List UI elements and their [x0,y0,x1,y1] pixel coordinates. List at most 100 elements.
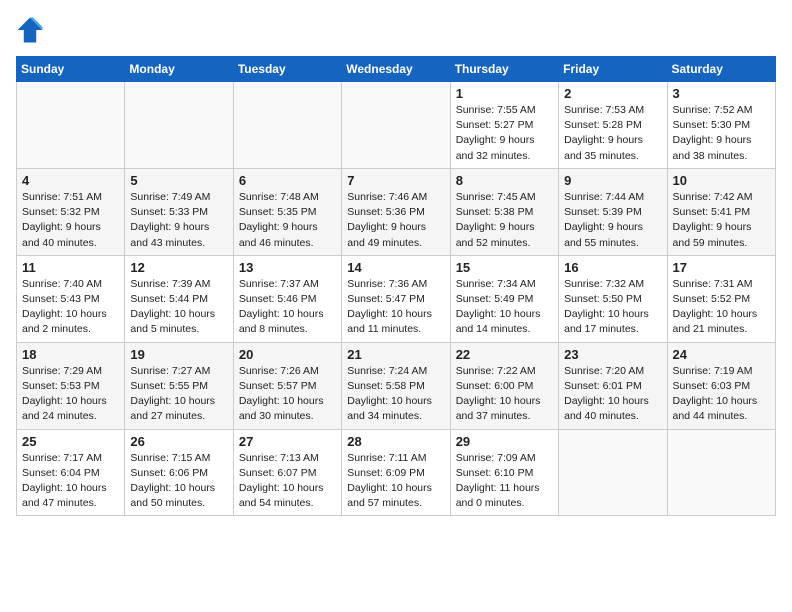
day-info: Sunrise: 7:22 AM Sunset: 6:00 PM Dayligh… [456,364,553,425]
calendar-week-row: 4 Sunrise: 7:51 AM Sunset: 5:32 PM Daylig… [17,168,776,255]
calendar-cell: 17 Sunrise: 7:31 AM Sunset: 5:52 PM Dayli… [667,255,775,342]
calendar-cell: 9 Sunrise: 7:44 AM Sunset: 5:39 PM Daylig… [559,168,667,255]
day-info: Sunrise: 7:52 AM Sunset: 5:30 PM Dayligh… [673,103,770,164]
calendar-cell: 2 Sunrise: 7:53 AM Sunset: 5:28 PM Daylig… [559,82,667,169]
calendar-cell: 21Sunrise: 7:24 AM Sunset: 5:58 PM Dayli… [342,342,450,429]
calendar-table: SundayMondayTuesdayWednesdayThursdayFrid… [16,56,776,516]
day-number: 12 [130,260,227,275]
day-info: Sunrise: 7:29 AM Sunset: 5:53 PM Dayligh… [22,364,119,425]
calendar-cell: 19 Sunrise: 7:27 AM Sunset: 5:55 PM Dayli… [125,342,233,429]
day-info: Sunrise: 7:45 AM Sunset: 5:38 PM Dayligh… [456,190,553,251]
day-info: Sunrise: 7:34 AM Sunset: 5:49 PM Dayligh… [456,277,553,338]
calendar-cell: 29 Sunrise: 7:09 AM Sunset: 6:10 PM Dayli… [450,429,558,516]
day-number: 1 [456,86,553,101]
day-info: Sunrise: 7:09 AM Sunset: 6:10 PM Dayligh… [456,451,553,512]
calendar-cell: 27Sunrise: 7:13 AM Sunset: 6:07 PM Dayli… [233,429,341,516]
day-number: 16 [564,260,661,275]
day-number: 14 [347,260,444,275]
day-number: 13 [239,260,336,275]
day-info: Sunrise: 7:17 AM Sunset: 6:04 PM Dayligh… [22,451,119,512]
day-info: Sunrise: 7:39 AM Sunset: 5:44 PM Dayligh… [130,277,227,338]
calendar-body: 1Sunrise: 7:55 AM Sunset: 5:27 PM Daylig… [17,82,776,516]
calendar-header-wednesday: Wednesday [342,57,450,82]
day-number: 15 [456,260,553,275]
calendar-cell: 18 Sunrise: 7:29 AM Sunset: 5:53 PM Dayli… [17,342,125,429]
day-number: 24 [673,347,770,362]
calendar-cell: 5 Sunrise: 7:49 AM Sunset: 5:33 PM Daylig… [125,168,233,255]
calendar-cell: 15 Sunrise: 7:34 AM Sunset: 5:49 PM Dayli… [450,255,558,342]
calendar-cell: 7 Sunrise: 7:46 AM Sunset: 5:36 PM Daylig… [342,168,450,255]
day-number: 25 [22,434,119,449]
calendar-cell: 20 Sunrise: 7:26 AM Sunset: 5:57 PM Dayli… [233,342,341,429]
calendar-cell: 11 Sunrise: 7:40 AM Sunset: 5:43 PM Dayli… [17,255,125,342]
day-info: Sunrise: 7:42 AM Sunset: 5:41 PM Dayligh… [673,190,770,251]
day-number: 4 [22,173,119,188]
calendar-cell: 24 Sunrise: 7:19 AM Sunset: 6:03 PM Dayli… [667,342,775,429]
day-info: Sunrise: 7:19 AM Sunset: 6:03 PM Dayligh… [673,364,770,425]
day-number: 2 [564,86,661,101]
calendar-week-row: 18 Sunrise: 7:29 AM Sunset: 5:53 PM Dayli… [17,342,776,429]
day-number: 10 [673,173,770,188]
day-number: 17 [673,260,770,275]
day-number: 23 [564,347,661,362]
calendar-cell: 3 Sunrise: 7:52 AM Sunset: 5:30 PM Daylig… [667,82,775,169]
day-info: Sunrise: 7:46 AM Sunset: 5:36 PM Dayligh… [347,190,444,251]
day-number: 22 [456,347,553,362]
calendar-cell: 10 Sunrise: 7:42 AM Sunset: 5:41 PM Dayli… [667,168,775,255]
day-info: Sunrise: 7:15 AM Sunset: 6:06 PM Dayligh… [130,451,227,512]
day-number: 5 [130,173,227,188]
calendar-cell: 26Sunrise: 7:15 AM Sunset: 6:06 PM Dayli… [125,429,233,516]
day-number: 27 [239,434,336,449]
day-info: Sunrise: 7:24 AM Sunset: 5:58 PM Dayligh… [347,364,444,425]
day-number: 3 [673,86,770,101]
calendar-cell: 22 Sunrise: 7:22 AM Sunset: 6:00 PM Dayli… [450,342,558,429]
page-header [16,16,776,44]
day-info: Sunrise: 7:20 AM Sunset: 6:01 PM Dayligh… [564,364,661,425]
calendar-header-friday: Friday [559,57,667,82]
calendar-cell: 16 Sunrise: 7:32 AM Sunset: 5:50 PM Dayli… [559,255,667,342]
day-info: Sunrise: 7:31 AM Sunset: 5:52 PM Dayligh… [673,277,770,338]
calendar-cell: 6Sunrise: 7:48 AM Sunset: 5:35 PM Daylig… [233,168,341,255]
day-info: Sunrise: 7:44 AM Sunset: 5:39 PM Dayligh… [564,190,661,251]
calendar-cell: 28 Sunrise: 7:11 AM Sunset: 6:09 PM Dayli… [342,429,450,516]
day-info: Sunrise: 7:37 AM Sunset: 5:46 PM Dayligh… [239,277,336,338]
calendar-cell [125,82,233,169]
logo-icon [16,16,44,44]
day-number: 9 [564,173,661,188]
day-number: 28 [347,434,444,449]
calendar-header-monday: Monday [125,57,233,82]
day-info: Sunrise: 7:26 AM Sunset: 5:57 PM Dayligh… [239,364,336,425]
day-number: 11 [22,260,119,275]
calendar-cell: 1Sunrise: 7:55 AM Sunset: 5:27 PM Daylig… [450,82,558,169]
day-info: Sunrise: 7:48 AM Sunset: 5:35 PM Dayligh… [239,190,336,251]
calendar-cell [559,429,667,516]
day-info: Sunrise: 7:51 AM Sunset: 5:32 PM Dayligh… [22,190,119,251]
day-info: Sunrise: 7:53 AM Sunset: 5:28 PM Dayligh… [564,103,661,164]
day-info: Sunrise: 7:49 AM Sunset: 5:33 PM Dayligh… [130,190,227,251]
calendar-cell [667,429,775,516]
day-info: Sunrise: 7:11 AM Sunset: 6:09 PM Dayligh… [347,451,444,512]
calendar-header-thursday: Thursday [450,57,558,82]
day-number: 8 [456,173,553,188]
calendar-header-row: SundayMondayTuesdayWednesdayThursdayFrid… [17,57,776,82]
calendar-header-saturday: Saturday [667,57,775,82]
calendar-cell: 12 Sunrise: 7:39 AM Sunset: 5:44 PM Dayli… [125,255,233,342]
calendar-week-row: 1Sunrise: 7:55 AM Sunset: 5:27 PM Daylig… [17,82,776,169]
day-info: Sunrise: 7:40 AM Sunset: 5:43 PM Dayligh… [22,277,119,338]
day-number: 20 [239,347,336,362]
calendar-cell [17,82,125,169]
day-number: 19 [130,347,227,362]
day-info: Sunrise: 7:32 AM Sunset: 5:50 PM Dayligh… [564,277,661,338]
calendar-cell [233,82,341,169]
day-info: Sunrise: 7:36 AM Sunset: 5:47 PM Dayligh… [347,277,444,338]
day-number: 18 [22,347,119,362]
day-number: 7 [347,173,444,188]
day-info: Sunrise: 7:27 AM Sunset: 5:55 PM Dayligh… [130,364,227,425]
logo [16,16,48,44]
calendar-cell: 14 Sunrise: 7:36 AM Sunset: 5:47 PM Dayli… [342,255,450,342]
calendar-header-sunday: Sunday [17,57,125,82]
day-number: 29 [456,434,553,449]
calendar-cell: 8 Sunrise: 7:45 AM Sunset: 5:38 PM Daylig… [450,168,558,255]
calendar-cell: 23 Sunrise: 7:20 AM Sunset: 6:01 PM Dayli… [559,342,667,429]
calendar-cell: 13 Sunrise: 7:37 AM Sunset: 5:46 PM Dayli… [233,255,341,342]
